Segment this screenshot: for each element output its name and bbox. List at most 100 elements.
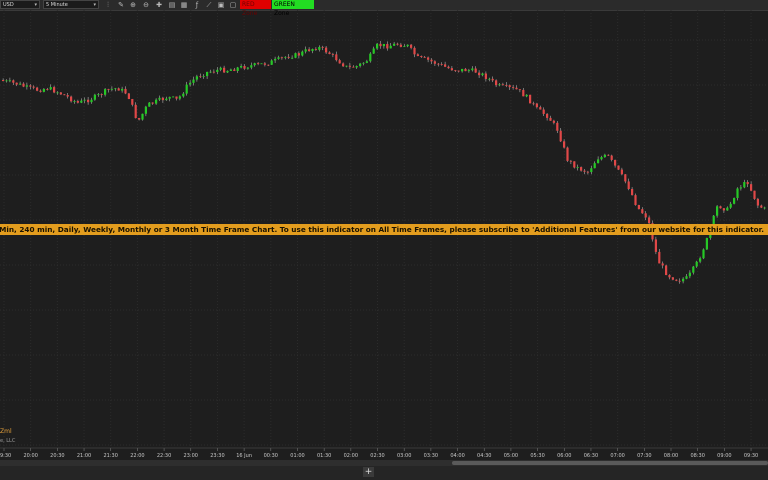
candle-up (202, 76, 205, 77)
candle-up (301, 51, 304, 56)
zoom-in-icon[interactable]: ⊕ (129, 1, 137, 9)
candle-down (661, 263, 664, 266)
candle-up (189, 82, 192, 85)
timeframe-select[interactable]: 5 Minute ▾ (43, 0, 99, 9)
x-tick-label: 08:30 (690, 453, 704, 459)
candle-up (226, 70, 229, 73)
properties-icon[interactable]: ▦ (180, 1, 188, 9)
candle-down (746, 182, 749, 185)
x-tick-label: 21:30 (104, 453, 118, 459)
candle-down (440, 64, 443, 65)
candle-down (352, 66, 355, 68)
candle-down (484, 73, 487, 79)
candle-down (15, 82, 18, 85)
candle-down (76, 101, 79, 103)
candle-down (573, 161, 576, 168)
candle-up (369, 53, 372, 62)
horizontal-scrollbar-thumb[interactable] (452, 461, 768, 465)
candle-down (447, 66, 450, 69)
candle-down (134, 104, 137, 119)
candle-down (29, 85, 32, 87)
candle-up (246, 67, 249, 69)
candle-down (532, 103, 535, 105)
candle-down (66, 95, 69, 97)
candle-down (617, 165, 620, 170)
candle-down (556, 122, 559, 131)
candle-down (654, 239, 657, 252)
candle-down (437, 63, 440, 65)
price-chart[interactable]: 19:30 20:00 20:30 21:00 21:30 22:00 22:30 23:00… (0, 10, 768, 460)
candle-up (692, 266, 695, 273)
candle-up (576, 167, 579, 168)
red-zone-button[interactable]: RED Zone (240, 0, 271, 17)
candle-down (386, 43, 389, 49)
draw-tool-icon[interactable]: ✎ (117, 1, 125, 9)
candle-up (270, 60, 273, 65)
x-tick-label: 04:00 (450, 453, 464, 459)
screenshot-icon[interactable]: ▢ (229, 1, 237, 9)
add-tab-button[interactable]: + (363, 467, 374, 477)
templates-icon[interactable]: ▣ (217, 1, 225, 9)
x-tick-label: 05:00 (504, 453, 518, 459)
indicators-icon[interactable]: ƒ (193, 1, 201, 9)
candle-up (382, 43, 385, 47)
candle-up (739, 187, 742, 189)
candle-up (376, 43, 379, 49)
crosshair-icon[interactable]: ✚ (155, 1, 163, 9)
green-zone-button[interactable]: GREEN Zone (272, 0, 314, 17)
candle-up (90, 99, 93, 103)
candle-down (542, 109, 545, 114)
candle-down (569, 160, 572, 162)
candle-down (161, 97, 164, 101)
candle-down (2, 80, 5, 82)
candle-down (46, 88, 49, 90)
candle-down (756, 198, 759, 206)
candle-down (39, 90, 42, 92)
x-tick-label: 22:30 (157, 453, 171, 459)
candle-down (671, 277, 674, 280)
candle-down (495, 80, 498, 86)
candle-down (433, 61, 436, 64)
candle-up (229, 69, 232, 71)
candle-down (175, 96, 178, 99)
candle-up (716, 206, 719, 216)
instrument-select[interactable]: USD ▾ (0, 0, 40, 9)
strategy-icon[interactable]: ⟋ (205, 1, 213, 9)
candle-down (151, 102, 154, 104)
candle-up (195, 76, 198, 80)
candle-down (620, 169, 623, 175)
candle-up (359, 63, 362, 67)
timeframe-value: 5 Minute (46, 2, 68, 8)
x-tick-label: 21:00 (77, 453, 91, 459)
candle-down (512, 87, 515, 88)
candle-down (53, 87, 56, 93)
bar-type-icon[interactable]: ⫶ (104, 1, 112, 9)
indicator-label: Zml (0, 428, 12, 435)
x-tick-label: 04:30 (477, 453, 491, 459)
candle-up (277, 57, 280, 59)
x-tick-label: 02:30 (370, 453, 384, 459)
candle-down (522, 89, 525, 97)
candle-down (631, 189, 634, 196)
candle-up (236, 67, 239, 71)
data-box-icon[interactable]: ▤ (168, 1, 176, 9)
candle-up (56, 92, 59, 94)
candle-down (308, 49, 311, 52)
candle-up (685, 276, 688, 279)
candle-down (559, 130, 562, 142)
candle-up (736, 188, 739, 199)
candle-up (393, 43, 396, 46)
zoom-out-icon[interactable]: ⊖ (142, 1, 150, 9)
candle-down (760, 205, 763, 208)
candle-up (682, 278, 685, 282)
x-tick-label: 05:30 (530, 453, 544, 459)
candle-up (158, 97, 161, 100)
x-tick-label: 23:30 (210, 453, 224, 459)
candle-down (59, 92, 62, 95)
candle-down (63, 94, 66, 96)
candle-up (274, 58, 277, 61)
candle-down (420, 55, 423, 57)
candle-up (318, 46, 321, 50)
candle-up (97, 94, 100, 96)
candle-down (753, 190, 756, 199)
